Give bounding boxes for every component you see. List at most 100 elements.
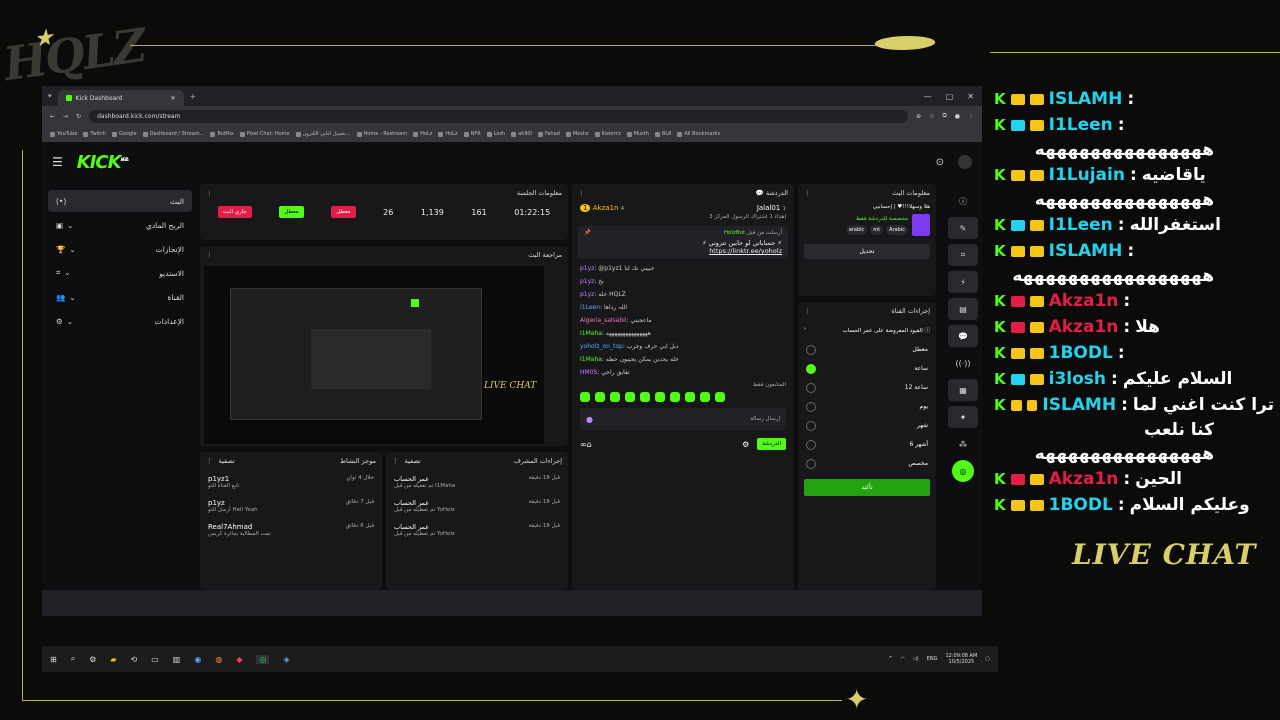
bookmark-item[interactable]: ak90l [511,131,532,137]
emote-icon[interactable] [610,392,620,402]
avatar[interactable] [958,155,972,169]
bookmark-item[interactable]: تحميل اغاني الكترون... [295,131,351,137]
stream-tag[interactable]: arabic [845,224,868,235]
bookmark-item[interactable]: Lozh [486,131,505,137]
back-icon[interactable]: ← [50,113,55,120]
edit-icon[interactable]: ✎ [948,217,978,239]
emote-icon[interactable] [655,392,665,402]
stream-tag[interactable]: Arabic [886,224,908,235]
bookmark-item[interactable]: Musth [626,131,649,137]
bookmark-item[interactable]: All Bookmarks [677,131,720,137]
mic-icon[interactable]: ● [586,415,593,424]
wifi-icon[interactable]: ◠ [901,656,905,662]
bookmark-item[interactable]: Fahad [537,131,560,137]
sidebar-item[interactable]: (•) البث [48,190,192,212]
tab-kick-dashboard[interactable]: Kick Dashboard ✕ [57,90,184,106]
more-icon[interactable]: ⋮ [206,457,213,465]
close-window-icon[interactable]: ✕ [967,92,974,101]
more-icon[interactable]: ⋮ [804,307,811,315]
confirm-button[interactable]: تأكيد [804,479,930,496]
chat-username[interactable]: p1yz [580,265,594,272]
bookmark-item[interactable]: Dashboard / Stream... [142,131,204,137]
infinity-icon[interactable]: ∞ [580,440,587,449]
chrome-icon[interactable]: ◎ [256,654,270,664]
sidebar-item[interactable]: ▣ ⌄ الربح المادي [48,214,192,236]
url-input[interactable]: dashboard.kick.com/stream [89,109,909,123]
bookmark-item[interactable]: Kwerrrz [594,131,621,137]
bookmark-item[interactable]: NFR [463,131,481,137]
offline-button[interactable]: معطل [331,206,356,218]
minimize-icon[interactable]: — [924,92,932,101]
store-icon[interactable]: ⌂ [587,440,592,449]
account-age-option[interactable]: يوم [798,397,936,416]
tab-menu-icon[interactable]: ▾ [42,92,58,100]
pin-icon[interactable]: 📌 [584,230,591,236]
chat-username[interactable]: HM0S [580,369,597,376]
emote-icon[interactable] [580,392,590,402]
stream-preview-video[interactable]: LIVE CHAT [204,266,544,444]
chat-username[interactable]: p1yz [580,278,594,285]
bookmark-item[interactable]: Pixel Chat: Home [239,131,290,137]
account-age-option[interactable]: شهر [798,416,936,435]
filter-button[interactable]: تصفية [405,457,421,465]
steam-icon[interactable]: ◈ [283,655,289,664]
bookmark-item[interactable]: BL8 [654,131,671,137]
info-icon[interactable]: ⓘ [948,190,978,212]
sidebar-item[interactable]: 👥 ⌄ القناة [48,286,192,308]
emote-icon[interactable] [595,392,605,402]
bookmark-item[interactable]: Meshz [565,131,589,137]
reload-icon[interactable]: ↻ [76,113,81,120]
sidebar-item[interactable]: ⚙ ⌄ الإعدادات [48,310,192,332]
clock[interactable]: 12:09:08 AM 10/5/2025 [945,653,977,665]
more-icon[interactable]: ⋮ [392,457,399,465]
tools-icon[interactable]: ✦ [948,406,978,428]
edit-stream-button[interactable]: تحديل [804,244,930,259]
language-indicator[interactable]: ENG [927,656,938,662]
emote-icon[interactable] [685,392,695,402]
bookmark-item[interactable]: HoLz [438,131,458,137]
bookmark-star-icon[interactable]: ☆ [929,113,934,120]
chat-send-button[interactable]: الدردشة [757,438,786,450]
radio-button[interactable] [806,420,816,431]
bookmark-item[interactable]: Twitch [83,131,106,137]
close-icon[interactable]: ✕ [170,95,175,102]
radio-button[interactable] [806,439,816,450]
forward-icon[interactable]: → [63,113,68,120]
pinned-link[interactable]: https://linktr.ee/yoholz [584,247,782,255]
profile-icon[interactable]: ● [955,113,960,120]
emote-icon[interactable] [670,392,680,402]
notes-icon[interactable]: ▤ [948,298,978,320]
mode-button[interactable]: معطل [279,206,304,218]
bookmark-item[interactable]: Home - Restream [356,131,407,137]
notification-icon[interactable]: ⊙ [936,157,944,168]
windows-start-icon[interactable]: ⊞ [50,655,57,664]
chat-username[interactable]: p1yz [580,291,594,298]
chat-input[interactable]: إرسال رسالة ● [580,408,786,430]
filter-button[interactable]: تصفية [219,457,235,465]
account-age-option[interactable]: 12 ساعة [798,378,936,397]
radio-button[interactable] [806,401,816,412]
kick-logo[interactable]: KICKBETA [77,152,129,173]
settings-icon[interactable]: ⚙ [89,655,96,664]
chat-username[interactable]: Algeria_salsabil [580,317,627,324]
terminal-icon[interactable]: ▭ [151,655,159,664]
support-icon[interactable]: ◎ [952,460,974,482]
chat-username[interactable]: I1Maha [580,330,602,337]
radio-button[interactable] [806,363,816,374]
account-age-option[interactable]: ساعة [798,359,936,378]
sidebar-item[interactable]: ⌗ ⌄ الاستديو [48,262,192,284]
radio-button[interactable] [806,344,816,355]
discord-icon[interactable]: ◉ [194,655,201,664]
emote-icon[interactable] [640,392,650,402]
app-icon[interactable]: ▥ [173,655,181,664]
layout-icon[interactable]: ▦ [948,379,978,401]
zoom-icon[interactable]: ⊕ [916,113,921,120]
app-icon[interactable]: ◆ [236,655,242,664]
more-icon[interactable]: ⋮ [578,189,585,197]
extensions-icon[interactable]: ⧉ [942,112,946,120]
chat-username[interactable]: I1Leen [580,304,600,311]
maximize-icon[interactable]: ▢ [946,92,954,101]
stream-tag[interactable]: mt [870,224,884,235]
live-status-button[interactable]: جاري البث [217,206,252,218]
radio-button[interactable] [806,382,816,393]
